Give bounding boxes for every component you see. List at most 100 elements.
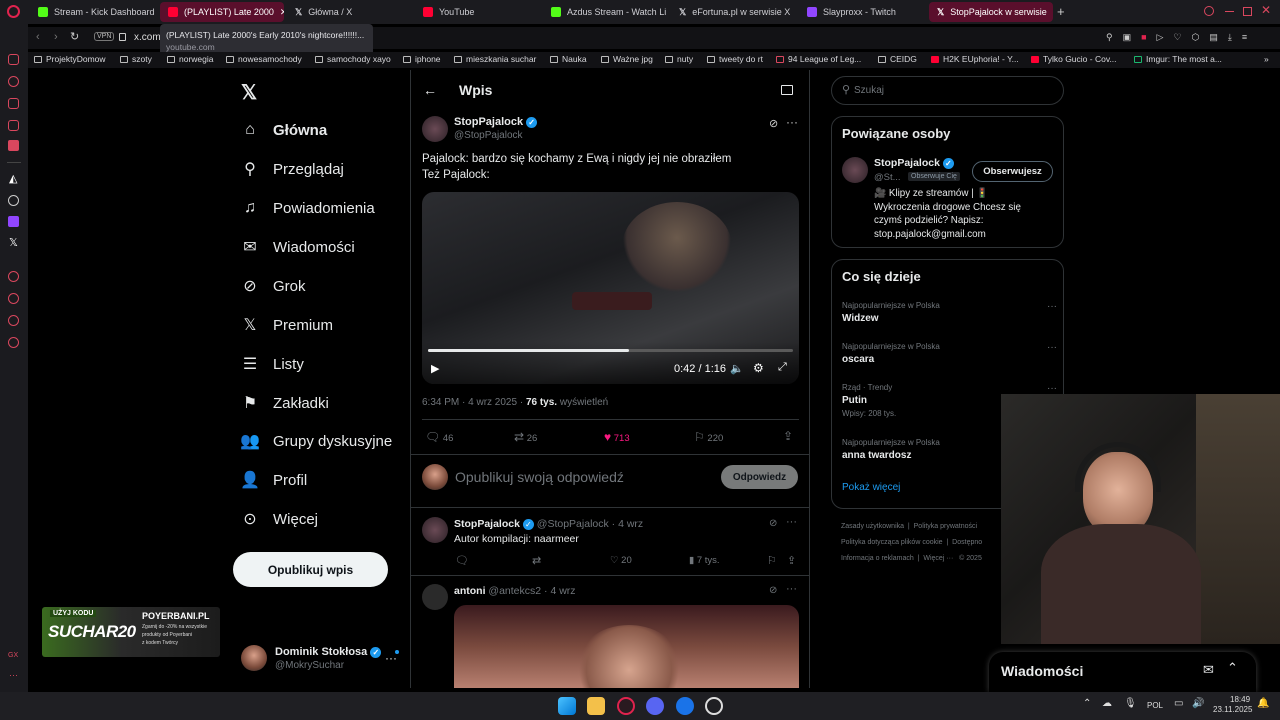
footer-link[interactable]: Dostępno — [952, 539, 982, 546]
back-icon[interactable]: ‹ — [36, 31, 40, 43]
snapshot-icon[interactable]: ▣ — [1123, 32, 1132, 43]
search-box[interactable]: ⚲ Szukaj — [831, 76, 1064, 105]
messages-dock[interactable]: Wiadomości ✉ ⌃ — [989, 652, 1256, 692]
follow-button[interactable]: Obserwujesz — [972, 161, 1053, 182]
related-avatar[interactable] — [842, 157, 868, 183]
bookmark-item[interactable]: Nauka — [550, 54, 587, 64]
author-avatar[interactable] — [422, 116, 448, 142]
trend-item[interactable]: Najpopularniejsze w Polska oscara ··· — [842, 342, 1057, 365]
onedrive-icon[interactable]: ☁ — [1102, 698, 1112, 709]
bookmark-item[interactable]: CEIDG — [878, 54, 917, 64]
nav-bookmarks[interactable]: ⚑ Zakładki — [241, 394, 329, 413]
show-more-link[interactable]: Pokaż więcej — [842, 482, 900, 493]
tray-chevron-icon[interactable]: ⌃ — [1083, 698, 1091, 709]
repost-action[interactable]: ⇄ 26 — [514, 430, 537, 444]
reply-action[interactable]: 🗨 46 — [425, 430, 453, 444]
reply-views-action[interactable]: ▮ 7 tys. — [689, 555, 720, 566]
trend-more-icon[interactable]: ··· — [1047, 342, 1057, 353]
tab-kick-dashboard[interactable]: Stream - Kick Dashboard — [30, 2, 158, 22]
sidebar-aria-icon[interactable]: ◭ — [9, 172, 17, 185]
bookmark-item[interactable]: norwegia — [167, 54, 214, 64]
nav-messages[interactable]: ✉ Wiadomości — [241, 238, 354, 257]
sidebar-app-icon[interactable] — [8, 120, 19, 131]
bookmark-item[interactable]: H2K EUphoria! - Y... — [931, 54, 1019, 64]
reply-more-icon[interactable]: ··· — [786, 583, 797, 595]
minimize-button[interactable] — [1225, 11, 1234, 12]
sidebar-app-icon[interactable] — [8, 76, 19, 87]
menu-icon[interactable]: ≡ — [1242, 32, 1247, 43]
reload-icon[interactable]: ↻ — [70, 30, 79, 43]
tab-twitch[interactable]: Slayproxx - Twitch — [799, 2, 927, 22]
sidebar-app-icon[interactable] — [8, 271, 19, 282]
sidebar-settings-icon[interactable] — [8, 337, 19, 348]
footer-link[interactable]: Informacja o reklamach — [841, 555, 914, 562]
related-name-row[interactable]: StopPajalock ✓ — [874, 157, 954, 169]
reply-more-icon[interactable]: ··· — [786, 516, 797, 528]
tab-efortuna[interactable]: 𝕏eFortuna.pl w serwisie X — [671, 2, 799, 22]
x-logo-icon[interactable]: 𝕏 — [241, 80, 257, 105]
heart-icon[interactable]: ♡ — [1173, 32, 1181, 43]
reply-media[interactable] — [454, 605, 799, 688]
footer-link[interactable]: Więcej ··· — [923, 555, 953, 562]
sidebar-app-icon[interactable] — [8, 315, 19, 326]
pin-icon[interactable]: ⚲ — [1106, 32, 1113, 43]
nav-lists[interactable]: ☰ Listy — [241, 355, 304, 374]
more-bookmarks-icon[interactable]: » — [1264, 54, 1269, 64]
new-tab-button[interactable]: + — [1057, 4, 1065, 19]
post-more-icon[interactable]: ··· — [786, 115, 798, 129]
reply-share-icon[interactable]: ⇪ — [787, 554, 796, 567]
reply-avatar[interactable] — [422, 517, 448, 543]
sidebar-gx-icon[interactable]: GX — [8, 652, 18, 659]
new-message-icon[interactable]: ✉ — [1203, 662, 1214, 678]
bookmark-item[interactable]: ProjektyDomow — [34, 54, 106, 64]
reply-author[interactable]: antoni — [454, 585, 486, 597]
reply-repost-icon[interactable]: ⇄ — [532, 554, 541, 567]
windows-start-icon[interactable] — [558, 697, 576, 715]
sidebar-app-icon[interactable] — [8, 140, 19, 151]
tab-youtube[interactable]: YouTube — [415, 2, 543, 22]
footer-link[interactable]: Polityka dotycząca plików cookie — [841, 539, 943, 546]
tab-azdus-stream[interactable]: Azdus Stream - Watch Li — [543, 2, 671, 22]
grok-explain-icon[interactable]: ⊘ — [769, 518, 777, 529]
sidebar-more-icon[interactable]: ··· — [9, 670, 18, 680]
bookmark-item[interactable]: nuty — [665, 54, 693, 64]
account-avatar[interactable] — [241, 645, 267, 671]
obs-icon[interactable] — [705, 697, 723, 715]
opera-gx-icon[interactable] — [617, 697, 635, 715]
nav-communities[interactable]: 👥 Grupy dyskusyjne — [240, 432, 392, 451]
shield-icon[interactable]: ■ — [1141, 32, 1146, 43]
reply-avatar[interactable] — [422, 584, 448, 610]
trend-more-icon[interactable]: ··· — [1047, 301, 1057, 312]
bookmark-item[interactable]: mieszkania suchar — [454, 54, 536, 64]
reply-bookmark-icon[interactable]: ⚐ — [767, 554, 777, 567]
grok-explain-icon[interactable]: ⊘ — [769, 585, 777, 596]
sidebar-chatgpt-icon[interactable] — [8, 195, 19, 206]
volume-icon[interactable]: 🔈 — [730, 362, 744, 375]
video-player[interactable]: ▶ 0:42 / 1:16 🔈 ⚙ ⤢ — [422, 192, 799, 384]
reply-author[interactable]: StopPajalock — [454, 518, 520, 530]
like-action[interactable]: ♥ 713 — [604, 430, 630, 444]
close-tab-icon[interactable]: ✕ — [280, 7, 284, 18]
nav-home[interactable]: ⌂ Główna — [241, 121, 327, 139]
reader-icon[interactable] — [781, 85, 793, 95]
sidebar-history-icon[interactable] — [8, 293, 19, 304]
post-button[interactable]: Opublikuj wpis — [233, 552, 388, 587]
url-field[interactable]: x.com — [134, 32, 161, 43]
tab-stoppajalock[interactable]: 𝕏 StopPajalock w serwisie — [929, 2, 1053, 22]
taskbar-clock[interactable]: 18:49 — [1230, 695, 1250, 704]
messenger-icon[interactable] — [676, 697, 694, 715]
bookmark-action[interactable]: ⚐ 220 — [694, 430, 723, 444]
nav-profile[interactable]: 👤 Profil — [240, 471, 307, 490]
nav-more[interactable]: ⊙ Więcej — [241, 510, 318, 529]
back-arrow-icon[interactable]: ← — [423, 82, 437, 98]
expand-icon[interactable]: ⌃ — [1227, 660, 1238, 676]
nav-grok[interactable]: ⊘ Grok — [241, 277, 305, 296]
nav-notifications[interactable]: ♫ Powiadomienia — [241, 199, 375, 217]
search-tabs-icon[interactable] — [1204, 6, 1214, 16]
sidebar-twitch-icon[interactable] — [8, 216, 19, 227]
account-name-row[interactable]: Dominik Stokłosa ✓ — [275, 646, 382, 658]
share-icon[interactable]: ⇪ — [783, 429, 793, 443]
tab-x-home[interactable]: 𝕏 Główna / X — [287, 2, 415, 22]
close-window-button[interactable]: ✕ — [1261, 3, 1271, 17]
bookmark-item[interactable]: samochody xayo — [315, 54, 391, 64]
